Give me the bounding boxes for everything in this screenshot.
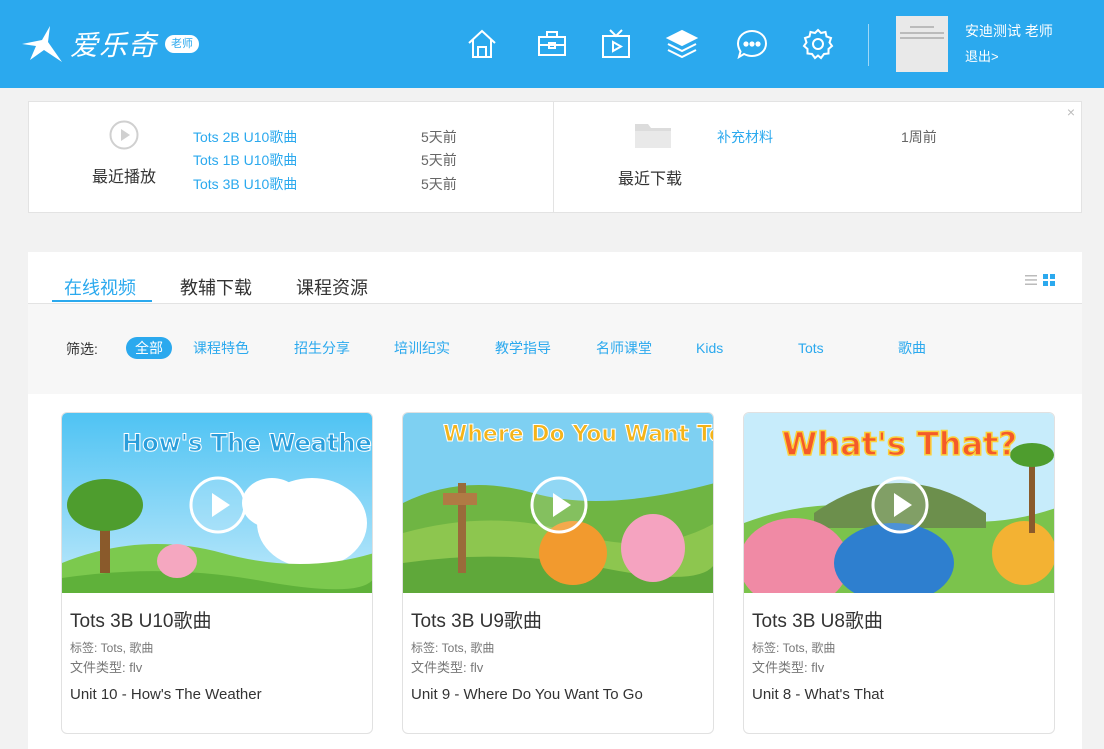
tv-icon: [602, 29, 630, 58]
chat-icon: [736, 29, 768, 60]
recent-played-time: 5天前: [421, 176, 457, 192]
folder-icon: [635, 124, 671, 148]
toolbox-icon: [538, 31, 566, 56]
recent-played-item[interactable]: Tots 1B U10歌曲: [193, 150, 297, 170]
recent-played-title: 最近播放: [92, 169, 157, 186]
filter-chip-kids[interactable]: Kids: [696, 337, 723, 359]
list-view-icon[interactable]: [1025, 274, 1037, 286]
nav-tv-button[interactable]: [596, 24, 636, 64]
card-title: Tots 3B U8歌曲: [752, 611, 883, 632]
recent-played-item[interactable]: Tots 2B U10歌曲: [193, 127, 297, 147]
filter-chip-course-features[interactable]: 课程特色: [193, 337, 249, 359]
play-button-icon[interactable]: [529, 475, 589, 535]
recent-played-item[interactable]: Tots 3B U10歌曲: [193, 174, 297, 194]
card-file-type: 文件类型: flv: [752, 660, 825, 675]
app-header: 爱乐奇 老师 安迪测试 老师 退出>: [0, 0, 1104, 88]
recent-panel: 最近播放 Tots 2B U10歌曲 5天前 Tots 1B U10歌曲 5天前…: [28, 101, 1082, 213]
logo-text: 爱乐奇: [70, 30, 158, 61]
filter-chip-tots[interactable]: Tots: [798, 337, 824, 359]
card-file-type: 文件类型: flv: [411, 660, 484, 675]
grid-view-icon[interactable]: [1043, 274, 1055, 286]
nav-layers-button[interactable]: [662, 24, 702, 64]
card-file-type: 文件类型: flv: [70, 660, 143, 675]
recent-played-time: 5天前: [421, 129, 457, 145]
recent-divider: [553, 102, 554, 212]
nav-settings-button[interactable]: [798, 24, 838, 64]
card-description: Unit 10 - How's The Weather: [70, 686, 262, 703]
settings-icon: [802, 28, 834, 60]
card-tags: 标签: Tots, 歌曲: [411, 641, 495, 655]
card-title: Tots 3B U10歌曲: [70, 611, 212, 632]
card-tags: 标签: Tots, 歌曲: [70, 641, 154, 655]
card-title: Tots 3B U9歌曲: [411, 611, 542, 632]
layers-icon: [665, 29, 699, 59]
main-content: 在线视频 教辅下载 课程资源 筛选: 全部 课程特色 招生分享 培训纪实 教学指…: [28, 252, 1082, 749]
user-name: 安迪测试 老师: [965, 23, 1053, 39]
thumbnail-title-art: How's The Weather?: [122, 429, 373, 457]
home-icon: [468, 29, 496, 58]
recent-downloaded-title: 最近下载: [618, 171, 683, 188]
active-tab-indicator: [52, 300, 152, 302]
nav-separator: [868, 24, 869, 66]
close-recent-button[interactable]: ×: [1067, 104, 1075, 120]
play-button-icon[interactable]: [188, 475, 248, 535]
play-circle-icon: [109, 120, 139, 150]
nav-toolbox-button[interactable]: [532, 24, 572, 64]
filter-chip-songs[interactable]: 歌曲: [898, 337, 926, 359]
filter-chip-enrollment-sharing[interactable]: 招生分享: [294, 337, 350, 359]
video-card[interactable]: Where Do You Want To Go? Tots 3B U9歌曲 标签…: [402, 412, 714, 734]
tab-online-video[interactable]: 在线视频: [64, 274, 136, 300]
star-logo-icon: [22, 26, 62, 62]
tab-materials-download[interactable]: 教辅下载: [180, 274, 252, 300]
thumbnail-title-art: Where Do You Want To Go?: [443, 422, 714, 447]
filter-label: 筛选:: [66, 341, 98, 357]
recent-downloaded-time: 1周前: [901, 129, 937, 145]
filter-chip-all[interactable]: 全部: [126, 337, 172, 359]
thumbnail-title-art: What's That?: [782, 425, 1017, 463]
filter-chip-training-records[interactable]: 培训纪实: [394, 337, 450, 359]
nav-chat-button[interactable]: [732, 24, 772, 64]
logo[interactable]: 爱乐奇 老师: [20, 24, 230, 64]
avatar[interactable]: [896, 16, 948, 72]
video-card[interactable]: What's That? Tots 3B U8歌曲 标签: Tots, 歌曲 文…: [743, 412, 1055, 734]
play-button-icon[interactable]: [870, 475, 930, 535]
card-description: Unit 9 - Where Do You Want To Go: [411, 686, 643, 703]
card-description: Unit 8 - What's That: [752, 686, 884, 703]
filter-chip-master-class[interactable]: 名师课堂: [596, 337, 652, 359]
nav-home-button[interactable]: [462, 24, 502, 64]
video-card[interactable]: How's The Weather? Tots 3B U10歌曲 标签: Tot…: [61, 412, 373, 734]
tab-bar: 在线视频 教辅下载 课程资源: [28, 252, 1082, 304]
logo-badge: 老师: [165, 35, 200, 53]
tab-course-resources[interactable]: 课程资源: [296, 274, 368, 300]
recent-downloaded-item[interactable]: 补充材料: [717, 127, 773, 147]
card-tags: 标签: Tots, 歌曲: [752, 641, 836, 655]
filter-bar: 筛选: 全部 课程特色 招生分享 培训纪实 教学指导 名师课堂 Kids Tot…: [28, 304, 1082, 394]
filter-chip-teaching-guidance[interactable]: 教学指导: [495, 337, 551, 359]
logout-link[interactable]: 退出>: [965, 46, 999, 65]
recent-played-time: 5天前: [421, 152, 457, 168]
